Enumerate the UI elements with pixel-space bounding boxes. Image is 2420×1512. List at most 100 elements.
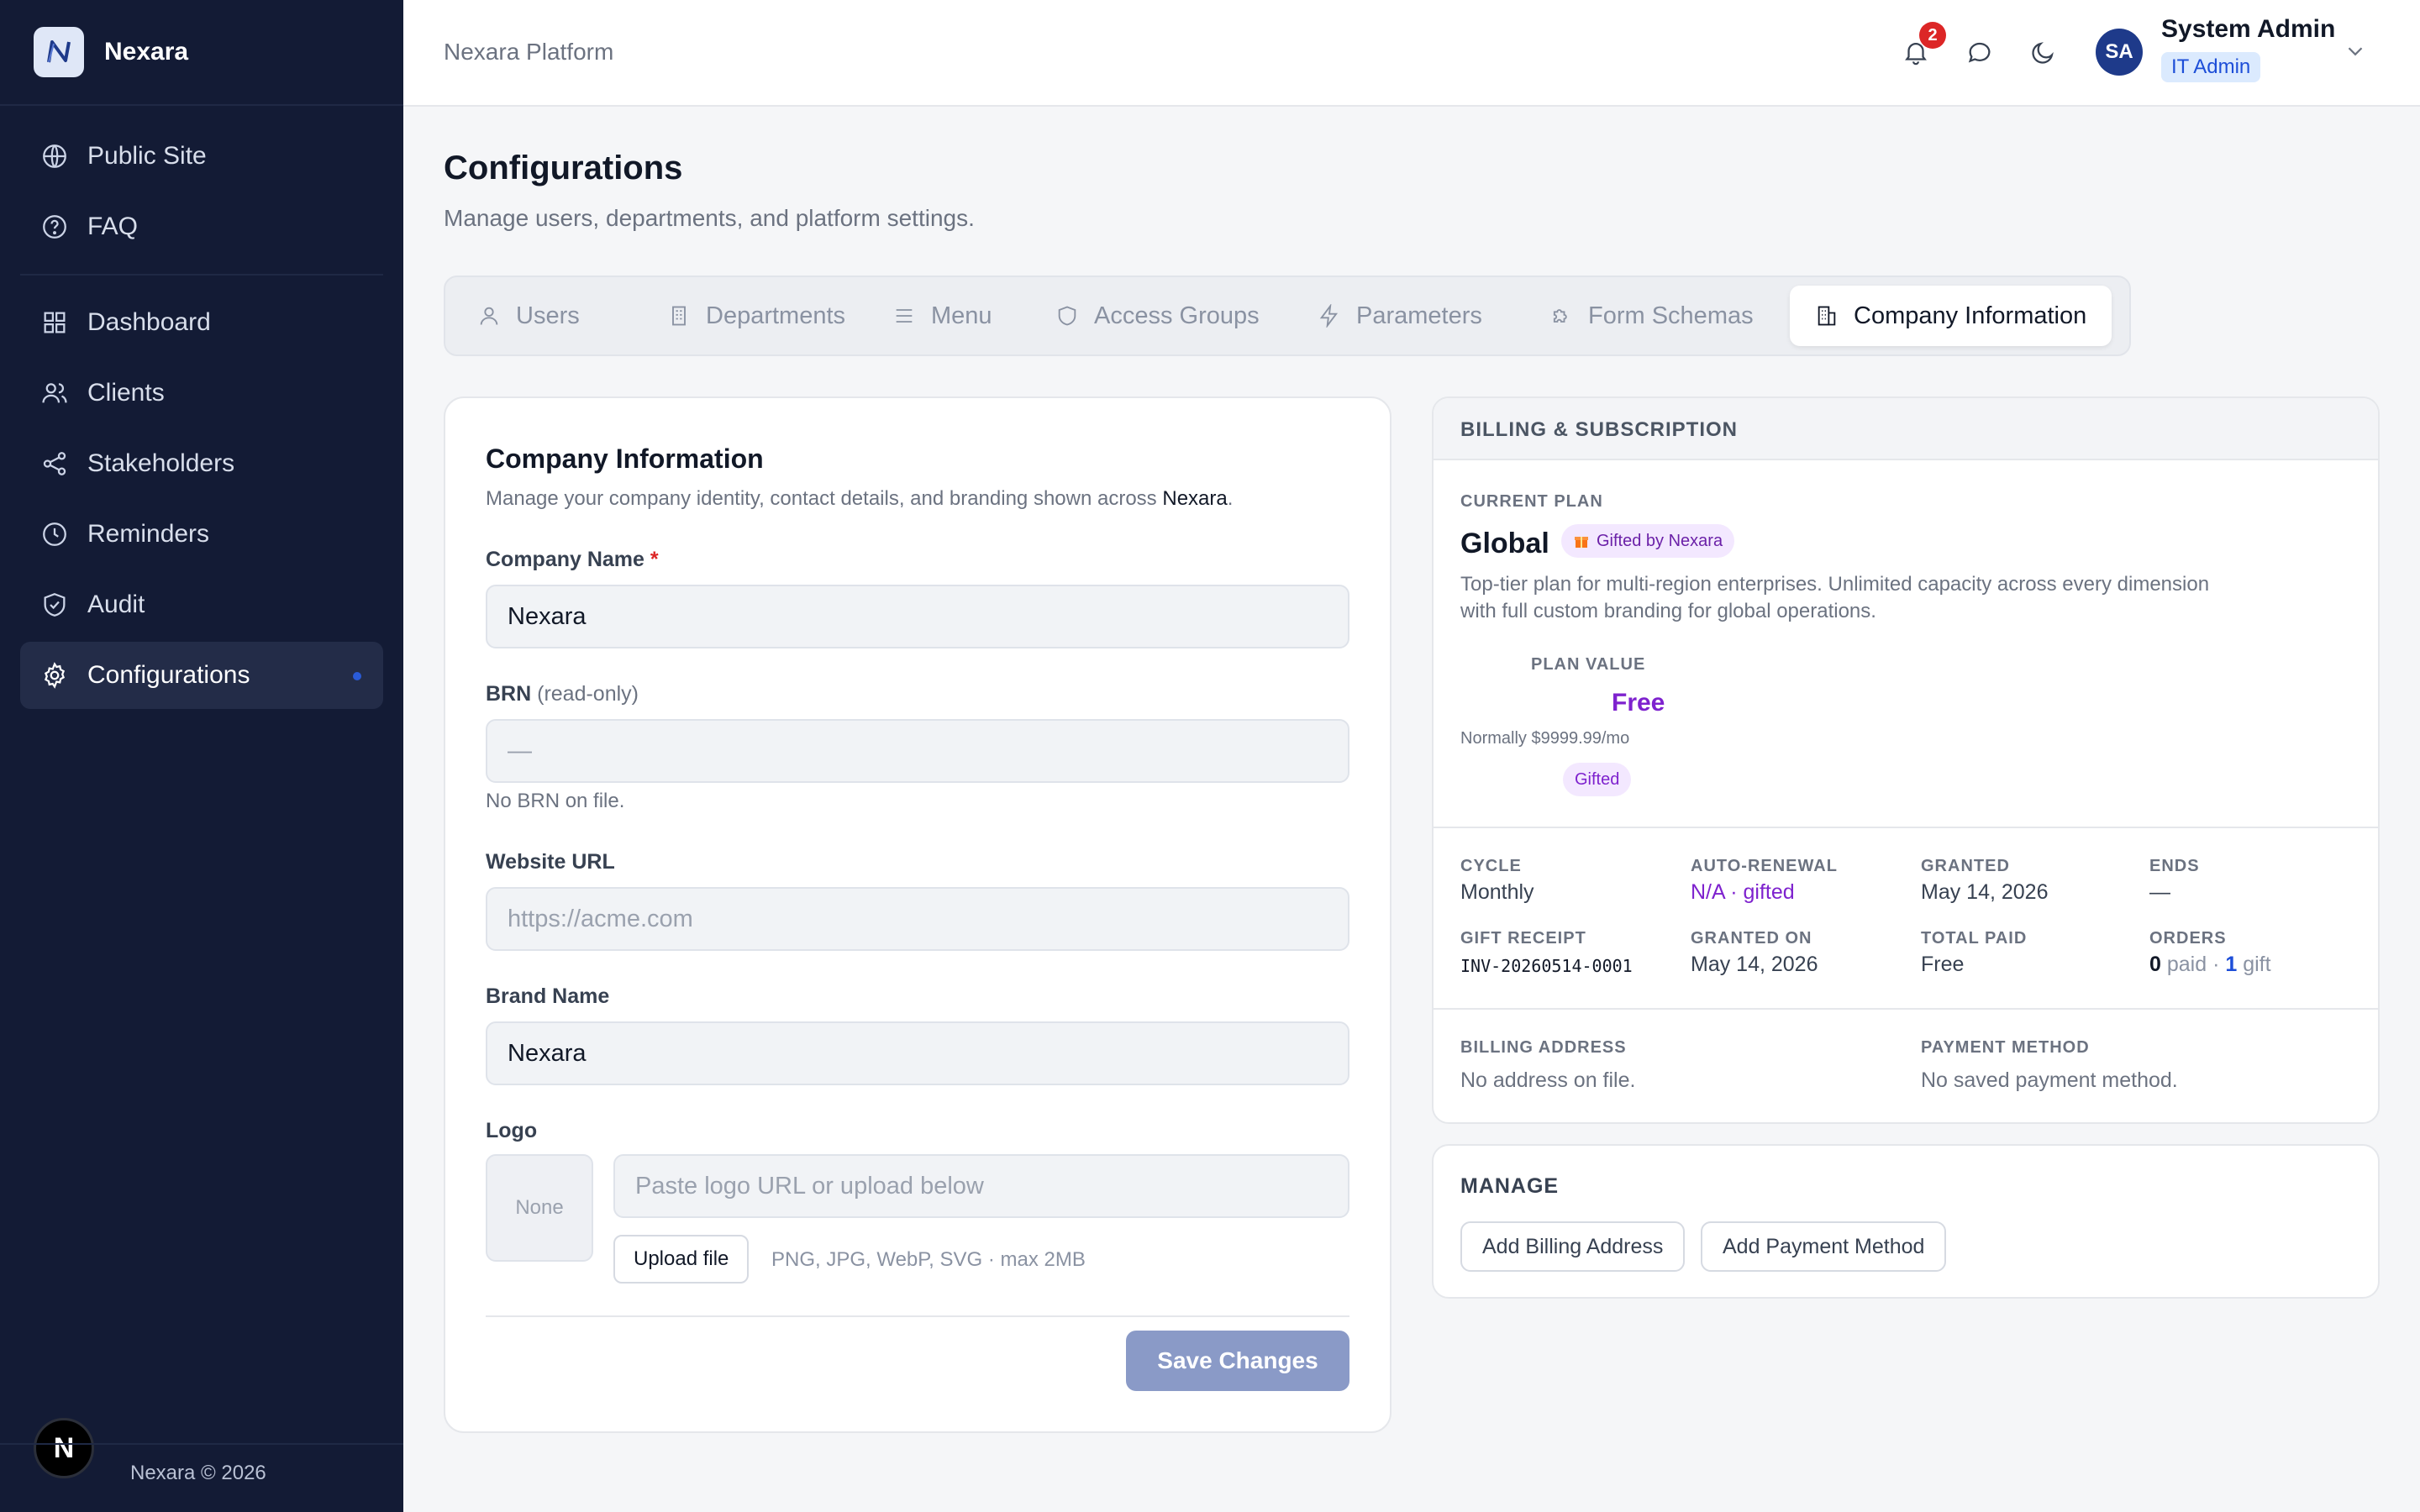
sidebar-main-nav: Dashboard Clients Stakeholders Reminders… xyxy=(0,276,403,709)
sidebar-item-label: Audit xyxy=(87,591,145,618)
avatar[interactable]: SA xyxy=(2096,29,2143,76)
required-marker: * xyxy=(650,548,659,571)
brand-name-label: Brand Name xyxy=(486,984,610,1008)
ends-value: — xyxy=(2149,880,2170,904)
separator: · xyxy=(2212,953,2220,976)
granted-on-value: May 14, 2026 xyxy=(1691,953,1818,976)
billing-subscription-card: BILLING & SUBSCRIPTION CURRENT PLAN Glob… xyxy=(1432,396,2380,1124)
puzzle-icon xyxy=(1553,309,1567,323)
website-url-input[interactable]: https://acme.com xyxy=(486,887,1349,951)
tab-label: Form Schemas xyxy=(1588,302,1754,329)
subtitle-suffix: . xyxy=(1227,487,1234,510)
save-changes-button[interactable]: Save Changes xyxy=(1126,1331,1349,1391)
help-circle-icon xyxy=(43,215,66,239)
orders-value: 0 paid · 1 gift xyxy=(2149,953,2271,977)
logo-label: Logo xyxy=(486,1119,538,1142)
user-name[interactable]: System Admin xyxy=(2161,15,2335,44)
notification-count-badge: 2 xyxy=(1919,22,1946,49)
payment-method-value: No saved payment method. xyxy=(1921,1068,2178,1092)
tab-users[interactable]: Users xyxy=(452,286,605,346)
paid-label: paid xyxy=(2166,953,2207,976)
grid-icon xyxy=(44,312,66,333)
shield-icon xyxy=(1058,306,1076,326)
company-name-label: Company Name * xyxy=(486,548,659,572)
granted-value: May 14, 2026 xyxy=(1921,880,2049,904)
orders-label: ORDERS xyxy=(2149,929,2227,948)
upload-hint: PNG, JPG, WebP, SVG · max 2MB xyxy=(771,1248,1086,1271)
gift-icon xyxy=(1575,537,1588,548)
divider xyxy=(1434,827,2378,828)
granted-label: GRANTED xyxy=(1921,857,2010,875)
tab-label: Company Information xyxy=(1854,302,2087,329)
brn-input: — xyxy=(486,719,1349,783)
page-title: Configurations xyxy=(444,150,683,186)
tab-menu[interactable]: Menu xyxy=(867,286,1018,346)
paid-count: 0 xyxy=(2149,953,2161,976)
sidebar-top-nav: Public Site FAQ xyxy=(20,106,383,276)
nexara-logo-icon xyxy=(34,27,84,77)
brand-name: Nexara xyxy=(104,38,189,66)
brand-name-input[interactable]: Nexara xyxy=(486,1021,1349,1085)
page-subtitle: Manage users, departments, and platform … xyxy=(444,205,975,231)
ends-label: ENDS xyxy=(2149,857,2200,875)
sidebar-item-label: Dashboard xyxy=(87,308,211,336)
gift-receipt-value[interactable]: INV-20260514-0001 xyxy=(1460,956,1633,976)
sidebar-item-reminders[interactable]: Reminders xyxy=(20,501,383,568)
sidebar-item-stakeholders[interactable]: Stakeholders xyxy=(20,430,383,497)
messages-button[interactable] xyxy=(1961,34,1998,71)
readonly-note: (read-only) xyxy=(537,682,639,706)
sidebar-item-public-site[interactable]: Public Site xyxy=(20,123,383,190)
add-payment-method-button[interactable]: Add Payment Method xyxy=(1701,1221,1947,1272)
tab-form-schemas[interactable]: Form Schemas xyxy=(1524,286,1779,346)
website-url-label: Website URL xyxy=(486,850,615,874)
subtitle-text: Manage your company identity, contact de… xyxy=(486,487,1163,510)
chevron-down-icon[interactable] xyxy=(2343,39,2368,64)
notifications-button[interactable]: 2 xyxy=(1897,22,1946,71)
sidebar-item-audit[interactable]: Audit xyxy=(20,571,383,638)
total-paid-label: TOTAL PAID xyxy=(1921,929,2028,948)
logo-url-input[interactable]: Paste logo URL or upload below xyxy=(613,1154,1349,1218)
sidebar-item-configurations[interactable]: Configurations xyxy=(20,642,383,709)
sidebar-item-dashboard[interactable]: Dashboard xyxy=(20,289,383,356)
config-tabs: Users Departments Menu Access Groups Par… xyxy=(444,276,2131,356)
manage-title: MANAGE xyxy=(1460,1174,1560,1198)
company-name-input[interactable]: Nexara xyxy=(486,585,1349,648)
bolt-icon xyxy=(1319,304,1339,328)
tab-label: Users xyxy=(516,302,580,329)
sidebar-item-faq[interactable]: FAQ xyxy=(20,193,383,260)
gifted-by-chip: Gifted by Nexara xyxy=(1561,524,1735,558)
sidebar-item-label: Reminders xyxy=(87,520,210,548)
billing-header-title: BILLING & SUBSCRIPTION xyxy=(1460,418,1739,441)
tab-label: Menu xyxy=(931,302,992,329)
upload-file-button[interactable]: Upload file xyxy=(613,1235,750,1284)
auto-renewal-value: N/A · gifted xyxy=(1691,880,1795,904)
shield-check-icon xyxy=(44,593,66,617)
tab-company-information[interactable]: Company Information xyxy=(1790,286,2112,346)
tab-access-groups[interactable]: Access Groups xyxy=(1030,286,1285,346)
globe-icon xyxy=(43,144,66,168)
moon-icon xyxy=(2032,42,2054,64)
divider xyxy=(486,1315,1349,1317)
sidebar-item-label: Stakeholders xyxy=(87,449,235,477)
share-icon xyxy=(43,452,66,475)
manage-card: MANAGE Add Billing Address Add Payment M… xyxy=(1432,1144,2380,1299)
cycle-value: Monthly xyxy=(1460,880,1534,904)
tab-parameters[interactable]: Parameters xyxy=(1292,286,1507,346)
sidebar-item-clients[interactable]: Clients xyxy=(20,360,383,427)
card-subtitle: Manage your company identity, contact de… xyxy=(486,487,1233,511)
sidebar: Nexara Public Site FAQ Dashboard Clients… xyxy=(0,0,403,1512)
plan-description: Top-tier plan for multi-region enterpris… xyxy=(1460,573,2210,622)
sidebar-footer: Nexara © 2026 xyxy=(0,1443,403,1512)
user-icon xyxy=(480,307,498,325)
tab-label: Parameters xyxy=(1356,302,1482,329)
users-icon xyxy=(42,383,67,403)
normal-price: Normally $9999.99/mo xyxy=(1460,729,1630,748)
plan-value: Free xyxy=(1612,689,1665,717)
theme-toggle-button[interactable] xyxy=(2025,34,2062,71)
sidebar-item-label: Clients xyxy=(87,379,165,407)
tab-label: Access Groups xyxy=(1094,302,1260,329)
tab-departments[interactable]: Departments xyxy=(642,286,871,346)
brand[interactable]: Nexara xyxy=(0,0,403,106)
top-header: Nexara Platform 2 SA System Admin IT Adm… xyxy=(403,0,2420,107)
add-billing-address-button[interactable]: Add Billing Address xyxy=(1460,1221,1686,1272)
